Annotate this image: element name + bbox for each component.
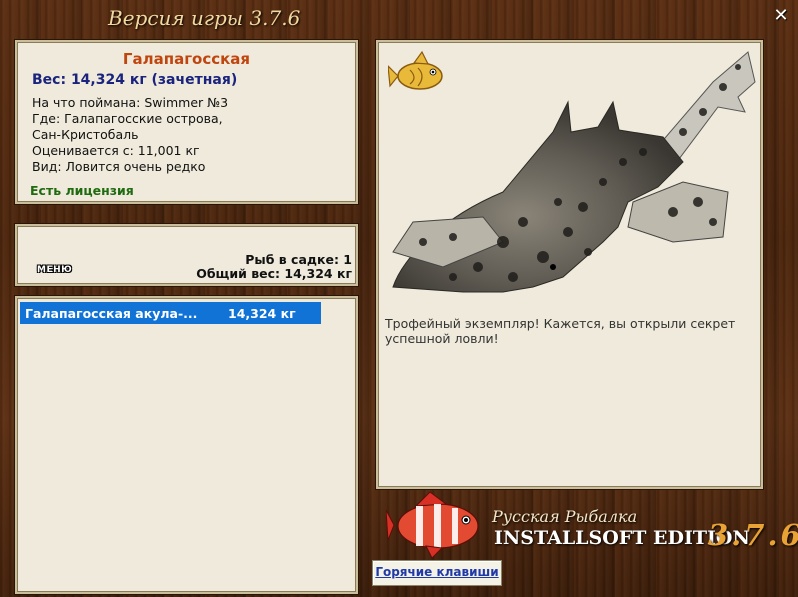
bait-info: На что поймана: Swimmer №3	[32, 95, 229, 110]
branding-logo: Русская Рыбалка INSTALLSOFT EDITION 3.7.…	[386, 490, 798, 560]
total-weight: Общий вес: 14,324 кг	[196, 266, 352, 281]
fish-count: Рыб в садке: 1	[245, 252, 352, 267]
catch-list-panel: Галапагосская акула-... 14,324 кг	[15, 296, 358, 594]
close-button[interactable]: ✕	[771, 6, 791, 26]
list-item-weight: 14,324 кг	[228, 306, 296, 321]
red-fish-logo-icon	[386, 491, 479, 559]
location-info: Где: Галапагосские острова,	[32, 111, 223, 126]
location-info-line2: Сан-Кристобаль	[32, 127, 139, 142]
list-item-name: Галапагосская акула-...	[25, 306, 198, 321]
license-status: Есть лицензия	[30, 183, 134, 198]
title-bar: Версия игры 3.7.6 ✕	[0, 0, 798, 38]
golden-fish-trophy-icon	[388, 50, 443, 90]
game-version-title: Версия игры 3.7.6	[108, 6, 301, 30]
fish-weight: Вес: 14,324 кг (зачетная)	[32, 72, 238, 88]
trophy-message: Трофейный экземпляр! Кажется, вы открыли…	[385, 316, 736, 346]
species-rarity-info: Вид: Ловится очень редко	[32, 159, 206, 174]
brand-title: Русская Рыбалка	[492, 507, 638, 526]
fish-photo-panel: Трофейный экземпляр! Кажется, вы открыли…	[376, 40, 763, 489]
valued-from-info: Оценивается с: 11,001 кг	[32, 143, 200, 158]
fish-info-panel: Галапагосская Вес: 14,324 кг (зачетная) …	[15, 40, 358, 204]
list-item[interactable]: Галапагосская акула-... 14,324 кг	[20, 302, 321, 324]
brand-version: 3.7.6	[708, 518, 798, 552]
keepnet-stats-panel: МЕНЮ Рыб в садке: 1 Общий вес: 14,324 кг	[15, 224, 358, 286]
menu-button[interactable]: МЕНЮ	[35, 265, 74, 275]
fish-name: Галапагосская	[122, 50, 251, 68]
hotkeys-button[interactable]: Горячие клавиши	[372, 560, 502, 586]
